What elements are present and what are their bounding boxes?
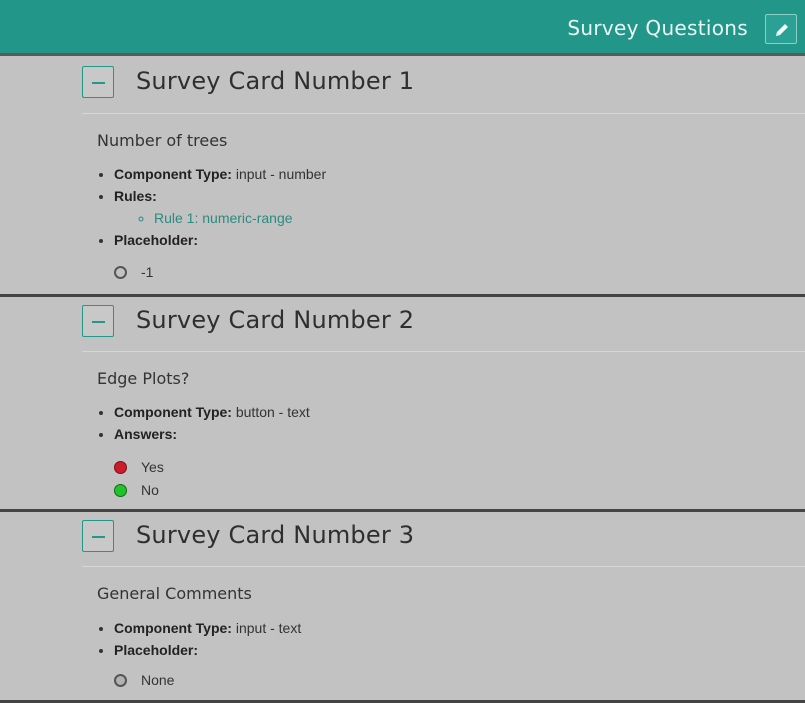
minus-icon [92, 321, 105, 323]
properties-list: Component Type: input - number Rules: Ru… [96, 163, 326, 251]
rules-item: Rules: Rule 1: numeric-range [114, 185, 326, 229]
answer-option[interactable]: No [114, 479, 159, 501]
card-header: Survey Card Number 2 [82, 303, 805, 345]
green-dot-icon [114, 483, 127, 497]
component-type-item: Component Type: button - text [114, 401, 310, 423]
rule-item[interactable]: Rule 1: numeric-range [154, 207, 326, 229]
component-type-label: Component Type: [114, 404, 232, 420]
survey-card-3: Survey Card Number 3 General Comments Co… [0, 509, 805, 700]
card-title: Survey Card Number 1 [136, 67, 415, 95]
collapse-button[interactable] [82, 520, 114, 552]
component-type-value: input - number [231, 166, 327, 182]
rules-label: Rules: [114, 188, 157, 204]
placeholder-value: -1 [141, 264, 154, 280]
radio-icon [114, 673, 127, 687]
component-type-label: Component Type: [114, 620, 232, 636]
divider [82, 113, 805, 114]
divider [82, 351, 805, 352]
placeholder-option: None [114, 669, 174, 691]
component-type-value: button - text [231, 404, 310, 420]
top-bar: Survey Questions [0, 0, 805, 56]
properties-list: Component Type: input - text Placeholder… [96, 617, 301, 661]
rules-list: Rule 1: numeric-range [114, 207, 326, 229]
placeholder-item: Placeholder: [114, 639, 301, 661]
answer-label: No [141, 482, 159, 498]
pencil-icon [776, 24, 788, 36]
properties-list: Component Type: button - text Answers: [96, 401, 310, 445]
header-title: Survey Questions [567, 16, 748, 40]
placeholder-option: -1 [114, 261, 153, 283]
placeholder-item: Placeholder: [114, 229, 326, 251]
survey-card-1: Survey Card Number 1 Number of trees Com… [0, 56, 805, 296]
divider [82, 566, 805, 567]
red-dot-icon [114, 460, 127, 474]
question-text: Edge Plots? [97, 369, 190, 388]
radio-icon [114, 265, 127, 279]
answer-option[interactable]: Yes [114, 456, 164, 478]
placeholder-label: Placeholder: [114, 642, 199, 658]
component-type-item: Component Type: input - number [114, 163, 326, 185]
answers-label: Answers: [114, 426, 178, 442]
component-type-item: Component Type: input - text [114, 617, 301, 639]
edit-button[interactable] [765, 14, 797, 44]
component-type-label: Component Type: [114, 166, 232, 182]
placeholder-label: Placeholder: [114, 232, 199, 248]
collapse-button[interactable] [82, 66, 114, 98]
placeholder-value: None [141, 672, 175, 688]
answers-item: Answers: [114, 423, 310, 445]
minus-icon [92, 536, 105, 538]
survey-card-2: Survey Card Number 2 Edge Plots? Compone… [0, 294, 805, 512]
question-text: General Comments [97, 584, 252, 603]
card-header: Survey Card Number 1 [82, 64, 805, 106]
question-text: Number of trees [97, 131, 228, 150]
card-header: Survey Card Number 3 [82, 518, 805, 560]
answer-label: Yes [141, 459, 164, 475]
card-title: Survey Card Number 2 [136, 306, 415, 334]
minus-icon [92, 82, 105, 84]
component-type-value: input - text [231, 620, 302, 636]
card-title: Survey Card Number 3 [136, 521, 415, 549]
collapse-button[interactable] [82, 305, 114, 337]
